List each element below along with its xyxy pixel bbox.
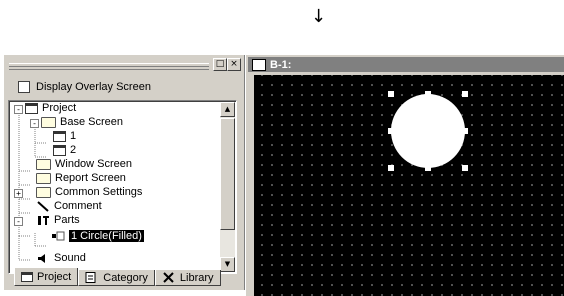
tree-label: Window Screen — [55, 158, 133, 170]
tree-item-parts[interactable]: Parts — [36, 213, 80, 227]
category-icon — [85, 272, 99, 283]
resize-handle[interactable] — [388, 91, 394, 97]
tree-label: Common Settings — [55, 186, 143, 198]
tree-item-screen-1[interactable]: 1 — [53, 129, 76, 143]
overlay-option[interactable]: Display Overlay Screen — [18, 81, 151, 93]
sound-icon — [36, 253, 50, 264]
resize-handle[interactable] — [462, 91, 468, 97]
tab-library[interactable]: Library — [154, 270, 221, 286]
resize-handle[interactable] — [462, 165, 468, 171]
folder-icon — [36, 158, 51, 170]
tree-item-common-settings[interactable]: Common Settings — [36, 185, 142, 199]
expand-common-settings[interactable]: + — [14, 189, 23, 198]
tree-label: Sound — [54, 252, 86, 264]
tree-label: Project — [42, 102, 77, 114]
panel-grip[interactable] — [9, 63, 209, 70]
close-button[interactable]: × — [227, 58, 241, 71]
editor-title: B-1: — [270, 58, 292, 71]
tree-item-base-screen[interactable]: Base Screen — [41, 115, 123, 129]
resize-handle[interactable] — [462, 128, 468, 134]
tab-category[interactable]: Category — [78, 270, 155, 286]
panel-tabs: Project Category Library — [14, 268, 221, 286]
resize-handle[interactable] — [388, 128, 394, 134]
tab-label: Project — [37, 270, 72, 283]
tree-label: Parts — [54, 214, 80, 226]
part-item-icon — [51, 231, 65, 242]
tree-item-project[interactable]: Project — [25, 101, 76, 115]
tree-item-window-screen[interactable]: Window Screen — [36, 157, 132, 171]
resize-handle[interactable] — [425, 91, 431, 97]
tree-label: Report Screen — [55, 172, 126, 184]
project-tree[interactable]: - Project - Base Screen 1 2 Window Scree… — [8, 100, 237, 274]
tree-item-report-screen[interactable]: Report Screen — [36, 171, 126, 185]
project-panel: □ × Display Overlay Screen - Project - B… — [4, 55, 245, 290]
tree-label: 1 — [70, 130, 77, 142]
tab-label: Category — [103, 271, 148, 284]
screen-editor: B-1: — [246, 55, 564, 296]
tree-item-sound[interactable]: Sound — [36, 251, 86, 265]
resize-handle[interactable] — [425, 165, 431, 171]
down-arrow: ↓ — [311, 6, 327, 27]
collapse-project[interactable]: - — [14, 105, 23, 114]
tree-label: 2 — [70, 144, 77, 156]
screen-icon — [53, 130, 66, 142]
editor-title-bar[interactable]: B-1: — [248, 57, 564, 72]
overlay-checkbox[interactable] — [18, 81, 30, 93]
folder-icon — [36, 172, 51, 184]
folder-icon — [36, 186, 51, 198]
scroll-down-button[interactable]: ▼ — [220, 257, 235, 272]
tree-item-comment[interactable]: Comment — [36, 199, 102, 213]
parts-icon — [36, 215, 50, 226]
scroll-up-button[interactable]: ▲ — [220, 102, 235, 117]
pen-icon — [36, 200, 50, 212]
tree-label: Comment — [54, 200, 102, 212]
tree-label: 1 Circle(Filled) — [69, 230, 144, 242]
collapse-base-screen[interactable]: - — [30, 119, 39, 128]
project-tab-icon — [21, 271, 33, 282]
screen-icon — [252, 58, 266, 71]
filled-circle[interactable] — [391, 94, 465, 168]
collapse-parts[interactable]: - — [14, 217, 23, 226]
tree-item-screen-2[interactable]: 2 — [53, 143, 76, 157]
restore-button[interactable]: □ — [213, 58, 227, 71]
resize-handle[interactable] — [388, 165, 394, 171]
drawing-canvas[interactable] — [254, 75, 564, 296]
tree-scrollbar[interactable]: ▲ ▼ — [220, 102, 235, 272]
overlay-label: Display Overlay Screen — [36, 81, 151, 93]
screen-icon — [53, 144, 66, 156]
tab-project[interactable]: Project — [14, 268, 79, 286]
folder-icon — [41, 116, 56, 128]
project-icon — [25, 102, 38, 114]
tree-item-circle-filled[interactable]: 1 Circle(Filled) — [51, 229, 144, 243]
tree-label: Base Screen — [60, 116, 123, 128]
tab-label: Library — [179, 271, 214, 284]
scroll-thumb[interactable] — [220, 118, 235, 230]
library-icon — [162, 272, 176, 283]
